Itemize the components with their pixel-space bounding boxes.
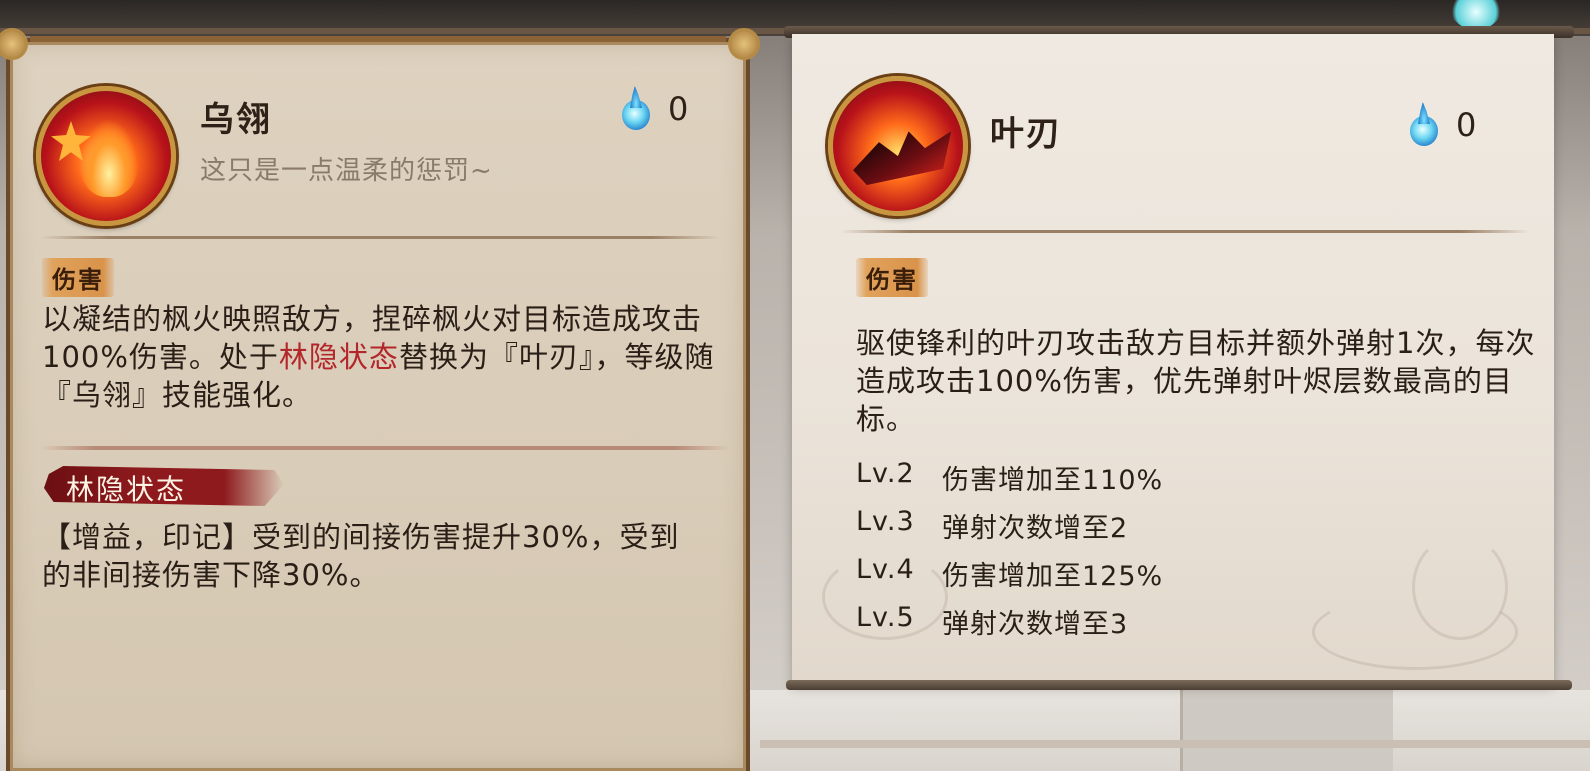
divider (840, 230, 1530, 233)
level-effect: 伤害增加至125% (942, 561, 1164, 592)
damage-tag: 伤害 (856, 258, 928, 297)
level-effect: 伤害增加至110% (942, 465, 1164, 496)
level-label: Lv.3 (856, 506, 915, 537)
corner-ornament (728, 28, 760, 60)
leaf-blade-icon[interactable] (828, 76, 968, 216)
level-label: Lv.2 (856, 458, 915, 489)
background-pillar (1180, 690, 1393, 771)
level-label: Lv.5 (856, 602, 915, 633)
level-row: Lv.5 弹射次数增至3 (856, 602, 1163, 650)
level-upgrade-list: Lv.2 伤害增加至110% Lv.3 弹射次数增至2 Lv.4 伤害增加至12… (856, 458, 1163, 650)
status-name: 林隐状态 (66, 473, 187, 506)
skill-quote: 这只是一点温柔的惩罚~ (200, 156, 493, 186)
level-effect: 弹射次数增至2 (942, 513, 1129, 544)
level-row: Lv.3 弹射次数增至2 (856, 506, 1163, 554)
divider (40, 446, 730, 450)
skill-cost: 0 (620, 86, 688, 132)
status-description: 【增益，印记】受到的间接伤害提升30%，受到的非间接伤害下降30%。 (42, 520, 680, 592)
level-row: Lv.2 伤害增加至110% (856, 458, 1163, 506)
skill-name: 乌翎 (200, 100, 272, 140)
divider (40, 236, 720, 239)
skill-panel-left: 乌翎 这只是一点温柔的惩罚~ 0 伤害 以凝结的枫火映照敌方，捏碎枫火对目标造成… (0, 28, 760, 771)
blade-mark (848, 123, 959, 188)
damage-tag: 伤害 (42, 258, 114, 297)
status-term-link[interactable]: 林隐状态 (279, 340, 399, 374)
flame-mark (79, 119, 139, 197)
skill-panel-right: 叶刃 0 伤害 驱使锋利的叶刃攻击敌方目标并额外弹射1次，每次造成攻击100%伤… (792, 34, 1554, 684)
corner-ornament (0, 28, 28, 60)
skill-cost: 0 (1408, 102, 1476, 148)
level-effect: 弹射次数增至3 (942, 609, 1129, 640)
crimson-flame-crow-icon[interactable] (36, 86, 176, 226)
level-label: Lv.4 (856, 554, 915, 585)
soul-fire-orb-icon (1408, 102, 1438, 148)
cost-value: 0 (668, 90, 689, 128)
panel-frame-top (30, 36, 726, 42)
skill-name: 叶刃 (990, 114, 1062, 154)
soul-fire-orb-icon (620, 86, 650, 132)
skill-description: 驱使锋利的叶刃攻击敌方目标并额外弹射1次，每次造成攻击100%伤害，优先弹射叶烬… (856, 326, 1536, 436)
level-row: Lv.4 伤害增加至125% (856, 554, 1163, 602)
cloud-motif (1312, 594, 1518, 670)
skill-description: 以凝结的枫火映照敌方，捏碎枫火对目标造成攻击100%伤害。处于林隐状态替换为『叶… (42, 300, 742, 414)
background-rail (760, 740, 1590, 748)
scroll-rod-bottom (786, 680, 1572, 690)
cost-value: 0 (1456, 106, 1477, 144)
